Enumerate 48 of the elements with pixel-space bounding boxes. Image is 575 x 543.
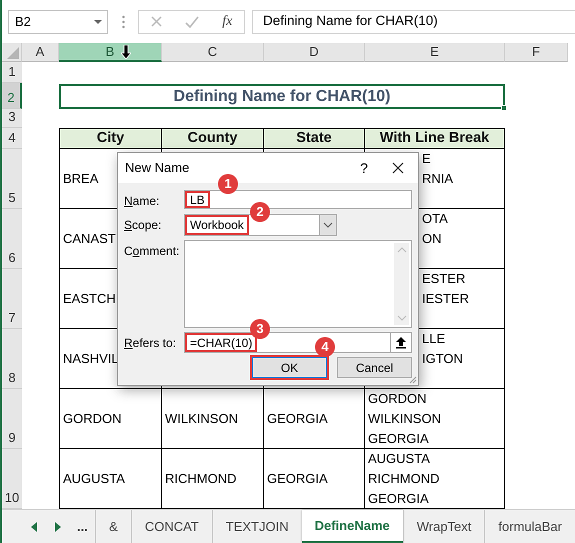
dropdown-caret-icon[interactable] bbox=[93, 18, 103, 24]
row-header[interactable]: 8 bbox=[2, 329, 22, 389]
name-box[interactable]: B2 bbox=[8, 10, 108, 34]
row-header[interactable]: 7 bbox=[2, 269, 22, 329]
column-heading: County bbox=[162, 128, 264, 149]
column-header[interactable]: F bbox=[505, 43, 568, 62]
row-header[interactable]: 1 bbox=[2, 62, 22, 83]
sheet-tab[interactable]: & bbox=[95, 510, 131, 543]
title-cell: Defining Name for CHAR(10) bbox=[59, 84, 505, 109]
right-arrow-icon[interactable] bbox=[54, 522, 61, 532]
dialog-button[interactable]: OK bbox=[252, 357, 327, 378]
upload-arrow-icon bbox=[395, 336, 407, 349]
chevron-down-icon[interactable] bbox=[323, 222, 333, 228]
row-header[interactable]: 4 bbox=[2, 128, 22, 149]
column-header[interactable]: D bbox=[264, 43, 365, 62]
column-header[interactable]: B bbox=[59, 43, 162, 62]
table-cell: GORDON bbox=[59, 389, 162, 449]
sheet-tab[interactable]: DefineName bbox=[302, 510, 403, 543]
sheet-tab[interactable]: CONCAT bbox=[130, 510, 212, 543]
column-header[interactable]: E bbox=[365, 43, 505, 62]
formula-field[interactable]: Defining Name for CHAR(10) bbox=[252, 10, 575, 34]
table-cell: GEORGIA bbox=[264, 389, 365, 449]
cursor-icon bbox=[121, 45, 131, 59]
row-header[interactable]: 2 bbox=[2, 83, 22, 109]
column-heading: City bbox=[59, 128, 162, 149]
sheet-tab[interactable]: WrapText bbox=[402, 510, 484, 543]
column-heading: State bbox=[264, 128, 365, 149]
dialog-button[interactable]: Cancel bbox=[337, 357, 412, 378]
row-header[interactable]: 10 bbox=[2, 449, 22, 509]
field-label: Scope: bbox=[124, 217, 162, 234]
drag-handle-icon[interactable] bbox=[122, 14, 124, 28]
row-header[interactable]: 6 bbox=[2, 209, 22, 269]
row-header[interactable]: 9 bbox=[2, 389, 22, 449]
column-header[interactable]: A bbox=[22, 43, 59, 62]
table-cell: GORDON WILKINSON GEORGIA bbox=[365, 389, 505, 449]
left-arrow-icon[interactable] bbox=[30, 522, 37, 532]
column-header[interactable]: C bbox=[162, 43, 264, 62]
more-sheets-button[interactable]: ... bbox=[70, 510, 96, 543]
column-heading: With Line Break bbox=[365, 128, 505, 149]
close-icon[interactable] bbox=[392, 162, 404, 174]
row-header[interactable]: 3 bbox=[2, 109, 22, 128]
sheet-tab[interactable]: formulaBar bbox=[484, 510, 575, 543]
insert-function-button[interactable]: fx bbox=[222, 11, 232, 32]
table-cell: WILKINSON bbox=[162, 389, 264, 449]
fill-handle[interactable] bbox=[501, 105, 507, 111]
field-label: Name: bbox=[124, 193, 160, 210]
row-header[interactable]: 5 bbox=[2, 149, 22, 209]
resize-grip-icon[interactable] bbox=[407, 374, 417, 384]
